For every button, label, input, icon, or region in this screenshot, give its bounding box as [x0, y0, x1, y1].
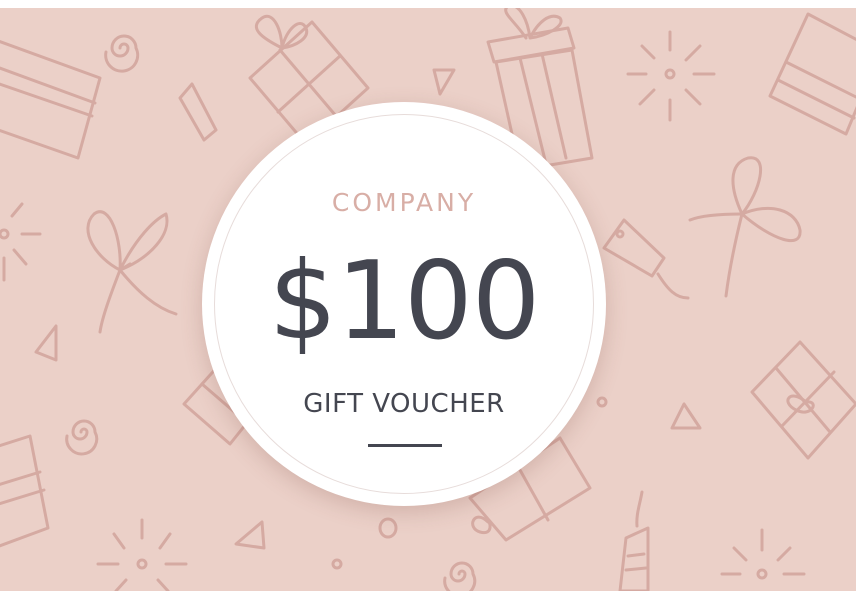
- voucher-subtitle: GIFT VOUCHER: [303, 389, 505, 419]
- voucher-amount: $100: [268, 239, 541, 364]
- company-name: COMPANY: [331, 188, 477, 217]
- voucher-badge: COMPANY $100 GIFT VOUCHER: [202, 102, 606, 506]
- divider-rule: [368, 444, 442, 447]
- gift-voucher-card: COMPANY $100 GIFT VOUCHER: [0, 8, 856, 591]
